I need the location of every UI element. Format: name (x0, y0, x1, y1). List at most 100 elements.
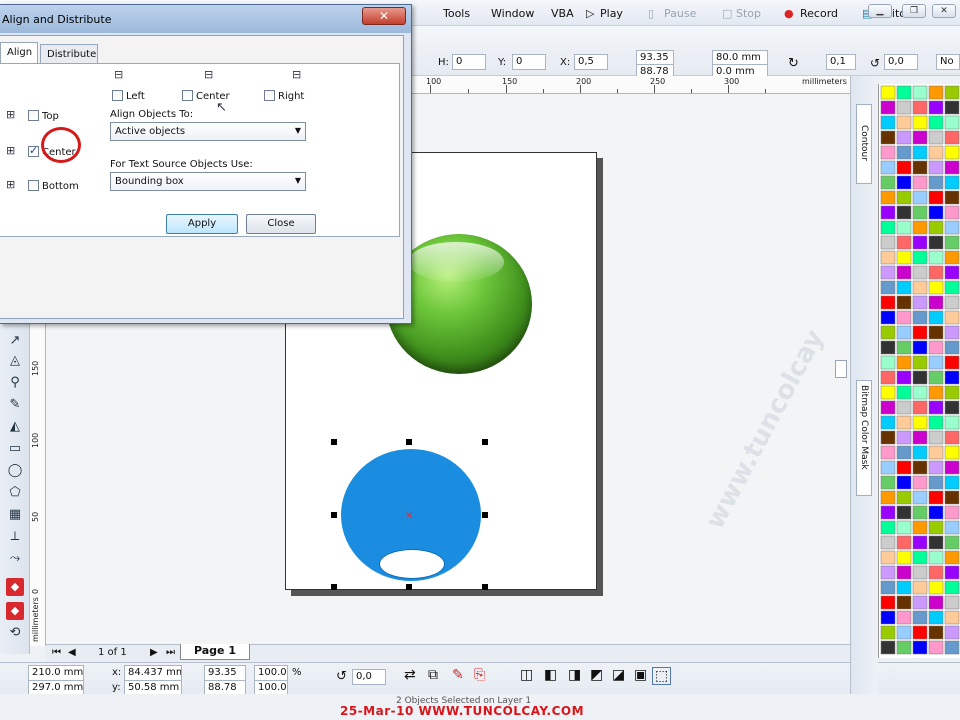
color-swatch[interactable] (928, 355, 944, 370)
align-center-h-checkbox[interactable] (182, 90, 193, 101)
color-swatch[interactable] (896, 445, 912, 460)
color-swatch[interactable] (896, 565, 912, 580)
dialog-title[interactable]: Align and Distribute (0, 5, 411, 33)
color-swatch[interactable] (944, 295, 960, 310)
selection-handle[interactable] (482, 584, 488, 590)
color-swatch[interactable] (896, 490, 912, 505)
color-swatch[interactable] (912, 295, 928, 310)
color-swatch[interactable] (896, 385, 912, 400)
color-swatch[interactable] (928, 235, 944, 250)
color-swatch[interactable] (928, 400, 944, 415)
docker-tab-contour[interactable]: Contour (856, 104, 872, 184)
selection-handle[interactable] (331, 512, 337, 518)
color-swatch[interactable] (928, 130, 944, 145)
color-swatch[interactable] (944, 535, 960, 550)
color-swatch[interactable] (912, 520, 928, 535)
color-swatch[interactable] (912, 595, 928, 610)
trim-icon[interactable]: ◧ (544, 667, 557, 683)
color-swatch[interactable] (912, 505, 928, 520)
page-tab[interactable]: Page 1 (180, 644, 250, 660)
color-swatch[interactable] (880, 580, 896, 595)
next-page-icon[interactable]: ▶ (150, 647, 158, 658)
close-window-button[interactable]: ✕ (932, 4, 956, 18)
color-swatch[interactable] (896, 580, 912, 595)
color-swatch[interactable] (896, 640, 912, 655)
color-swatch[interactable] (912, 280, 928, 295)
align-center-v-checkbox[interactable] (28, 144, 39, 157)
menu-stop[interactable]: Stop (736, 7, 761, 20)
color-swatch[interactable] (928, 415, 944, 430)
color-swatch[interactable] (928, 430, 944, 445)
color-swatch[interactable] (944, 265, 960, 280)
color-swatch[interactable] (928, 220, 944, 235)
color-swatch[interactable] (896, 100, 912, 115)
color-swatch[interactable] (928, 100, 944, 115)
color-swatch[interactable] (896, 145, 912, 160)
menu-tools[interactable]: Tools (443, 7, 470, 20)
color-swatch[interactable] (896, 550, 912, 565)
menu-record[interactable]: Record (800, 7, 838, 20)
color-swatch[interactable] (912, 100, 928, 115)
spin-field[interactable]: 0,1 (826, 54, 856, 70)
wrap-icon[interactable]: ⎘ (474, 667, 485, 683)
color-swatch[interactable] (880, 475, 896, 490)
color-swatch[interactable] (944, 355, 960, 370)
rectangle-tool-icon[interactable]: ▭ (6, 440, 24, 458)
back-minus-front-icon[interactable]: ▣ (634, 667, 647, 683)
color-swatch[interactable] (912, 610, 928, 625)
color-swatch[interactable] (896, 535, 912, 550)
color-swatch[interactable] (928, 445, 944, 460)
color-swatch[interactable] (944, 610, 960, 625)
color-swatch[interactable] (944, 415, 960, 430)
color-swatch[interactable] (896, 430, 912, 445)
color-swatch[interactable] (928, 385, 944, 400)
color-swatch[interactable] (928, 325, 944, 340)
color-swatch[interactable] (912, 205, 928, 220)
color-swatch[interactable] (944, 580, 960, 595)
color-swatch[interactable] (944, 595, 960, 610)
color-swatch[interactable] (912, 130, 928, 145)
color-swatch[interactable] (912, 235, 928, 250)
selection-handle[interactable] (406, 439, 412, 445)
color-swatch[interactable] (896, 205, 912, 220)
vertical-scrollbar-thumb[interactable] (835, 360, 847, 378)
copy-icon[interactable]: ⧉ (428, 667, 438, 683)
hpos-field[interactable]: 0 (452, 54, 486, 70)
color-swatch[interactable] (880, 415, 896, 430)
color-swatch[interactable] (928, 625, 944, 640)
color-swatch[interactable] (912, 535, 928, 550)
color-swatch[interactable] (896, 265, 912, 280)
color-swatch[interactable] (880, 280, 896, 295)
selection-handle[interactable] (406, 584, 412, 590)
color-swatch[interactable] (944, 385, 960, 400)
color-swatch[interactable] (896, 250, 912, 265)
color-swatch[interactable] (880, 430, 896, 445)
color-swatch[interactable] (912, 145, 928, 160)
color-swatch[interactable] (880, 520, 896, 535)
color-swatch[interactable] (912, 340, 928, 355)
color-swatch[interactable] (896, 595, 912, 610)
zoom-tool-icon[interactable]: ⚲ (6, 374, 24, 392)
color-swatch[interactable] (896, 475, 912, 490)
color-swatch[interactable] (912, 265, 928, 280)
color-swatch[interactable] (896, 340, 912, 355)
color-swatch[interactable] (880, 265, 896, 280)
color-swatch[interactable] (896, 190, 912, 205)
color-swatch[interactable] (928, 190, 944, 205)
color-swatch[interactable] (880, 115, 896, 130)
color-swatch[interactable] (944, 310, 960, 325)
ellipse-tool-icon[interactable]: ◯ (6, 462, 24, 480)
color-swatch[interactable] (912, 385, 928, 400)
color-swatch[interactable] (928, 610, 944, 625)
rotate-icon[interactable]: ↻ (788, 56, 799, 71)
color-swatch[interactable] (944, 85, 960, 100)
angle-field[interactable]: 0,0 (884, 54, 918, 70)
color-swatch[interactable] (928, 505, 944, 520)
color-swatch[interactable] (896, 295, 912, 310)
color-swatch[interactable] (928, 640, 944, 655)
color-swatch[interactable] (944, 550, 960, 565)
color-swatch[interactable] (912, 220, 928, 235)
color-swatch[interactable] (944, 130, 960, 145)
color-swatch[interactable] (896, 625, 912, 640)
color-swatch[interactable] (944, 280, 960, 295)
